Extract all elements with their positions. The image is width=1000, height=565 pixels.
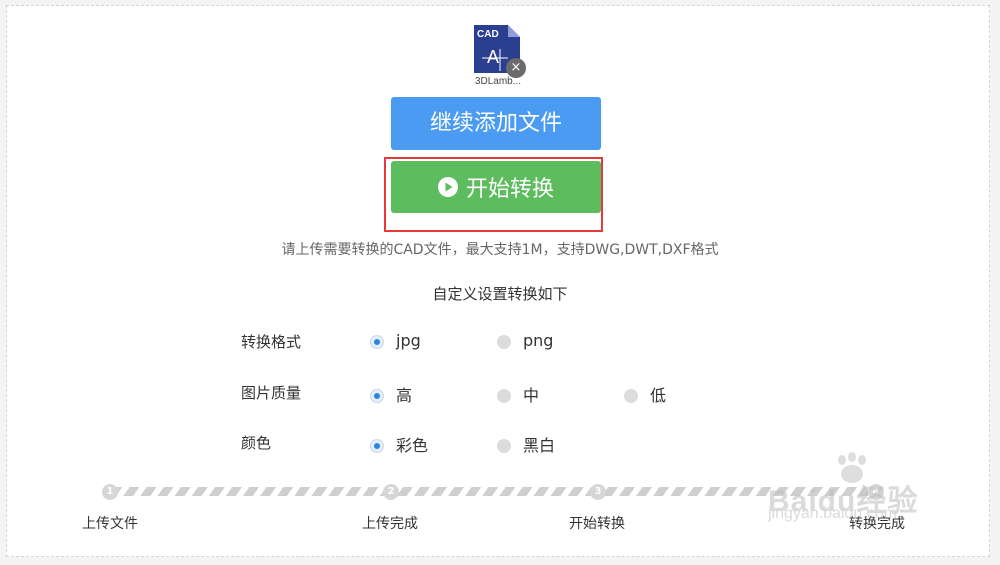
radio-unchecked-icon[interactable]: [497, 335, 511, 349]
step-number-2: 2: [383, 484, 399, 500]
start-convert-button[interactable]: 开始转换: [391, 161, 601, 213]
settings-title: 自定义设置转换如下: [432, 285, 568, 303]
radio-unchecked-icon[interactable]: [497, 438, 511, 453]
radio-checked-icon[interactable]: [370, 388, 384, 403]
file-name: 3DLamb...: [474, 76, 522, 87]
play-icon: [437, 177, 458, 197]
quality-option-high[interactable]: 高: [370, 382, 412, 406]
svg-text:A: A: [487, 47, 499, 67]
radio-unchecked-icon[interactable]: [624, 388, 638, 403]
color-label: 颜色: [241, 434, 272, 452]
step-label-upload: 上传文件: [82, 516, 138, 532]
quality-option-medium[interactable]: 中: [497, 382, 539, 406]
color-option-bw[interactable]: 黑白: [497, 432, 555, 456]
step-number-1: 1: [102, 484, 118, 500]
radio-checked-icon[interactable]: [370, 438, 384, 453]
remove-file-icon[interactable]: ×: [506, 58, 526, 78]
upload-hint: 请上传需要转换的CAD文件，最大支持1M，支持DWG,DWT,DXF格式: [281, 242, 719, 258]
progress-bar: [108, 487, 868, 496]
baidu-jingyan-watermark: Baidu经验 jingyan.baidu.com: [760, 450, 960, 522]
radio-checked-icon[interactable]: [370, 335, 384, 349]
uploaded-file-card[interactable]: CAD A × 3DLamb...: [466, 22, 530, 92]
format-label: 转换格式: [241, 333, 302, 351]
watermark-sub: jingyan.baidu.com: [768, 505, 897, 522]
step-label-uploaded: 上传完成: [362, 516, 418, 532]
start-convert-label: 开始转换: [465, 177, 554, 202]
add-files-button[interactable]: 继续添加文件: [391, 97, 601, 150]
format-option-jpg[interactable]: jpg: [370, 331, 421, 350]
format-option-png[interactable]: png: [497, 331, 553, 350]
step-number-3: 3: [590, 484, 606, 500]
color-option-color[interactable]: 彩色: [370, 432, 428, 456]
file-type-badge: CAD: [477, 29, 499, 40]
radio-unchecked-icon[interactable]: [497, 388, 511, 403]
step-label-converting: 开始转换: [569, 516, 625, 532]
quality-option-low[interactable]: 低: [624, 382, 666, 406]
quality-label: 图片质量: [241, 384, 302, 402]
